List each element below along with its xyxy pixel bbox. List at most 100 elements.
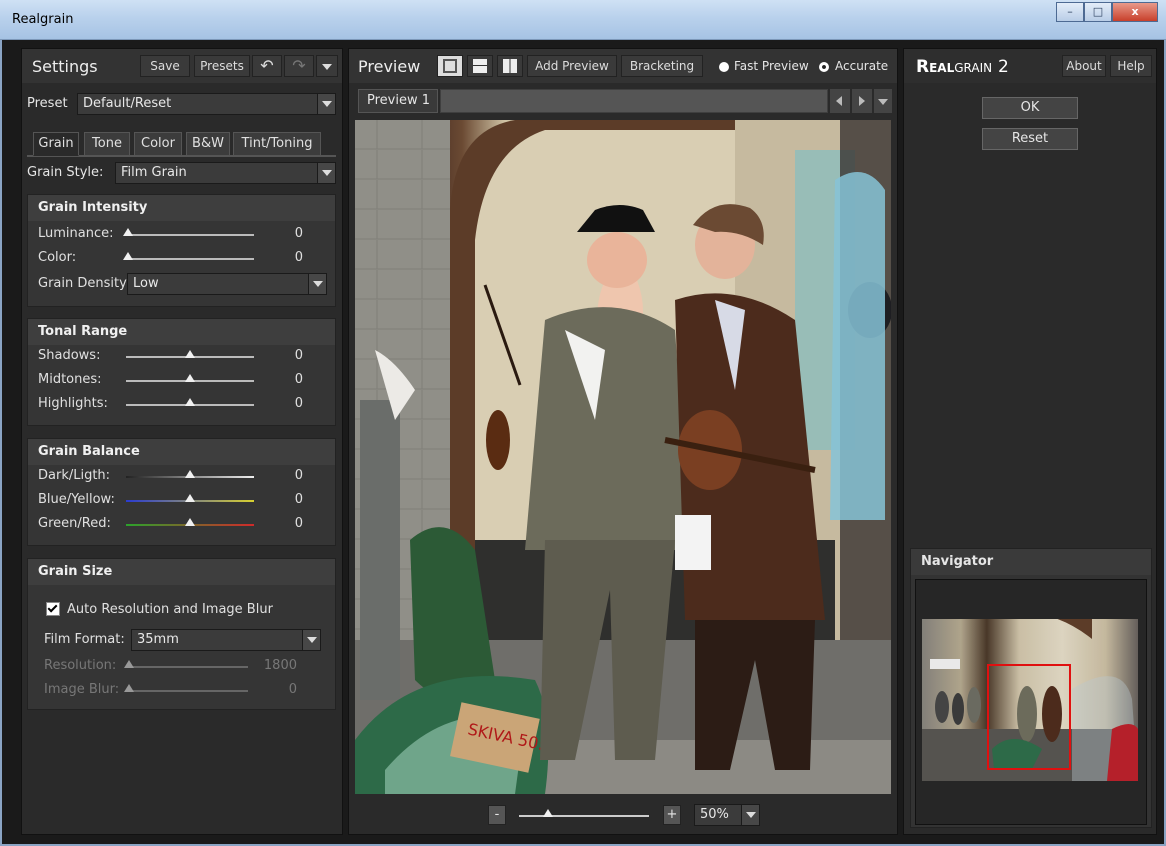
tab-grain[interactable]: Grain <box>33 132 79 156</box>
grain-intensity-title: Grain Intensity <box>28 195 335 221</box>
shadows-value: 0 <box>294 348 303 363</box>
split-vertical-button[interactable] <box>497 55 523 77</box>
luminance-slider-thumb[interactable] <box>123 228 133 236</box>
chevron-down-icon <box>741 805 759 825</box>
navigator-title: Navigator <box>911 549 1151 575</box>
preview-image[interactable]: SKIVA 50:- <box>355 120 891 794</box>
window-titlebar: Realgrain – □ x <box>0 0 1166 40</box>
zoom-out-button[interactable]: - <box>488 805 506 825</box>
reset-button[interactable]: Reset <box>982 128 1078 150</box>
blue-yellow-slider-thumb[interactable] <box>185 494 195 502</box>
auto-resolution-label: Auto Resolution and Image Blur <box>67 602 273 617</box>
realgrain-header: Realgrain 2 About Help <box>904 49 1156 83</box>
close-button[interactable]: x <box>1112 2 1158 22</box>
film-format-value: 35mm <box>137 632 179 647</box>
accurate-radio[interactable] <box>819 62 829 72</box>
tab-color[interactable]: Color <box>134 132 182 156</box>
add-preview-button[interactable]: Add Preview <box>527 55 617 77</box>
resolution-slider-track <box>126 666 248 668</box>
next-tab-button[interactable] <box>852 89 872 113</box>
single-view-icon <box>443 59 457 73</box>
zoom-in-button[interactable]: + <box>663 805 681 825</box>
highlights-label: Highlights: <box>38 396 108 411</box>
grain-style-label: Grain Style: <box>27 165 104 180</box>
preview-tabbar <box>440 89 828 113</box>
redo-button[interactable]: ↷ <box>284 55 314 77</box>
highlights-slider-thumb[interactable] <box>185 398 195 406</box>
window-title: Realgrain <box>12 12 74 27</box>
split-horizontal-button[interactable] <box>467 55 493 77</box>
single-view-button[interactable] <box>437 55 463 77</box>
color-slider-thumb[interactable] <box>123 252 133 260</box>
tab-tone[interactable]: Tone <box>84 132 130 156</box>
grain-balance-title: Grain Balance <box>28 439 335 465</box>
undo-button[interactable]: ↶ <box>252 55 282 77</box>
grain-density-dropdown[interactable]: Low <box>127 273 327 295</box>
image-blur-value: 0 <box>288 682 297 697</box>
tab-bw[interactable]: B&W <box>186 132 230 156</box>
film-format-label: Film Format: <box>44 632 125 647</box>
auto-resolution-checkbox[interactable] <box>46 602 60 616</box>
maximize-button[interactable]: □ <box>1084 2 1112 22</box>
color-value: 0 <box>294 250 303 265</box>
help-button[interactable]: Help <box>1110 55 1152 77</box>
luminance-value: 0 <box>294 226 303 241</box>
zoom-slider-track[interactable] <box>519 815 649 817</box>
zoom-dropdown[interactable]: 50% <box>694 804 760 826</box>
image-blur-label: Image Blur: <box>44 682 120 697</box>
settings-menu-button[interactable] <box>316 55 338 77</box>
tonal-range-title: Tonal Range <box>28 319 335 345</box>
preview-tab[interactable]: Preview 1 <box>358 89 438 113</box>
resolution-value: 1800 <box>263 658 297 673</box>
prev-tab-button[interactable] <box>830 89 850 113</box>
grain-style-dropdown[interactable]: Film Grain <box>115 162 336 184</box>
save-button[interactable]: Save <box>140 55 190 77</box>
chevron-down-icon <box>308 274 326 294</box>
tab-menu-button[interactable] <box>874 89 892 113</box>
chevron-down-icon <box>322 64 332 70</box>
chevron-right-icon <box>859 96 865 106</box>
midtones-slider-thumb[interactable] <box>185 374 195 382</box>
ok-button[interactable]: OK <box>982 97 1078 119</box>
settings-header: Settings Save Presets ↶ ↷ <box>22 49 342 83</box>
dark-light-label: Dark/Ligth: <box>38 468 111 483</box>
shadows-slider-thumb[interactable] <box>185 350 195 358</box>
preset-dropdown[interactable]: Default/Reset <box>77 93 336 115</box>
blue-yellow-value: 0 <box>294 492 303 507</box>
blue-yellow-label: Blue/Yellow: <box>38 492 115 507</box>
luminance-slider-track[interactable] <box>126 234 254 236</box>
grain-size-title: Grain Size <box>28 559 335 585</box>
color-slider-track[interactable] <box>126 258 254 260</box>
split-horizontal-icon <box>473 59 487 73</box>
grain-size-group: Grain Size Auto Resolution and Image Blu… <box>27 558 336 710</box>
luminance-label: Luminance: <box>38 226 114 241</box>
midtones-label: Midtones: <box>38 372 102 387</box>
presets-button[interactable]: Presets <box>194 55 250 77</box>
minimize-button[interactable]: – <box>1056 2 1084 22</box>
split-vertical-icon <box>503 59 517 73</box>
green-red-label: Green/Red: <box>38 516 111 531</box>
shadows-label: Shadows: <box>38 348 101 363</box>
navigator-thumbnail[interactable] <box>922 619 1138 781</box>
tab-tint-toning[interactable]: Tint/Toning <box>233 132 321 156</box>
grain-style-value: Film Grain <box>121 165 187 180</box>
preview-header: Preview Add Preview Bracketing Fast Prev… <box>349 49 897 83</box>
fast-preview-label: Fast Preview <box>734 59 809 73</box>
accurate-label: Accurate <box>835 59 889 73</box>
brand-logo: Realgrain 2 <box>916 57 1009 77</box>
navigator-thumbnail-illustration <box>922 619 1138 781</box>
zoom-value: 50% <box>700 807 729 822</box>
checkmark-icon <box>47 602 58 613</box>
bracketing-button[interactable]: Bracketing <box>621 55 703 77</box>
brand-grain: grain <box>954 57 993 77</box>
chevron-down-icon <box>302 630 320 650</box>
fast-preview-radio[interactable] <box>719 62 729 72</box>
grain-density-value: Low <box>133 276 159 291</box>
dark-light-slider-thumb[interactable] <box>185 470 195 478</box>
film-format-dropdown[interactable]: 35mm <box>131 629 321 651</box>
preset-label: Preset <box>27 96 68 111</box>
zoom-slider-thumb[interactable] <box>543 809 553 817</box>
chevron-down-icon <box>317 94 335 114</box>
about-button[interactable]: About <box>1062 55 1106 77</box>
green-red-slider-thumb[interactable] <box>185 518 195 526</box>
